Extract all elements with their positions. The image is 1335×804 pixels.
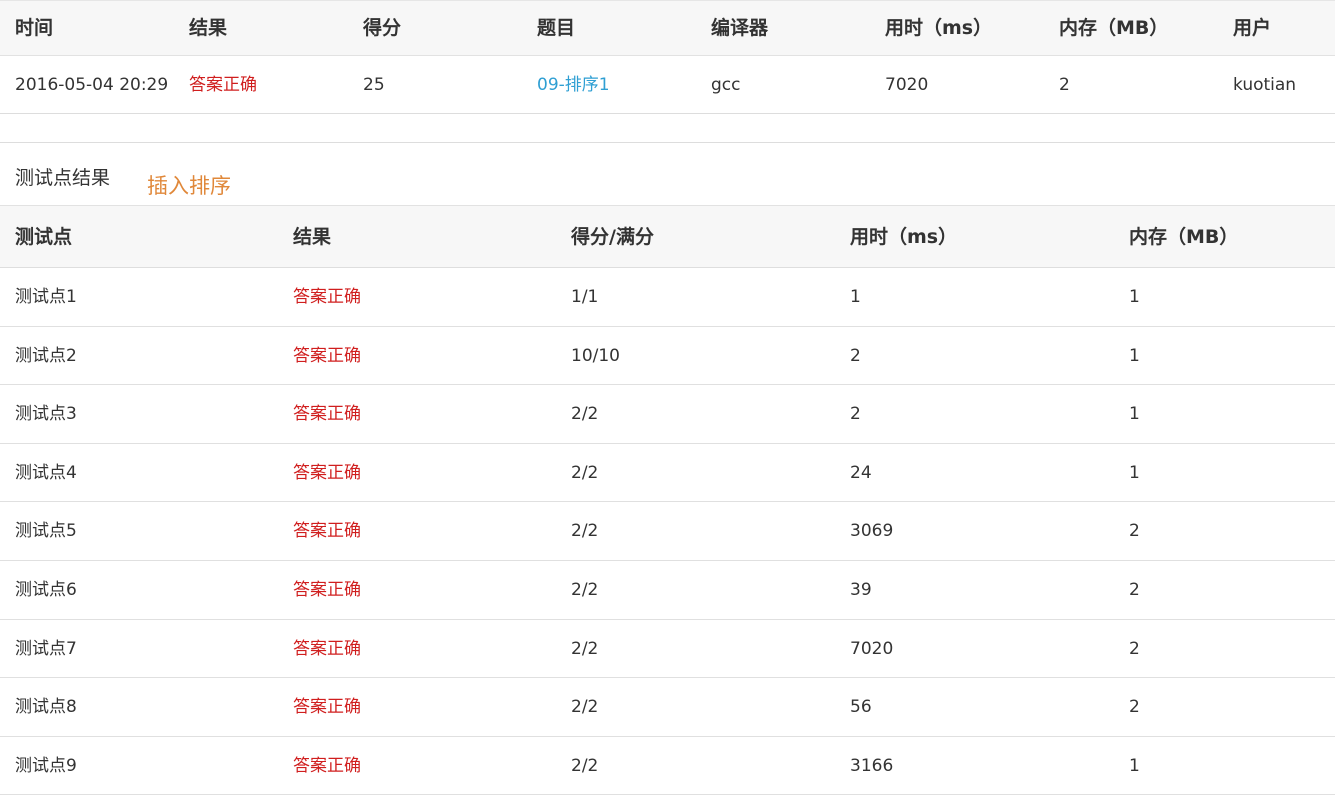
header-case-result: 结果	[293, 226, 332, 248]
table-row: 测试点9 答案正确 2/2 3166 1	[0, 737, 1335, 796]
submission-user: kuotian	[1233, 75, 1297, 95]
case-name: 测试点6	[15, 579, 77, 600]
case-time: 56	[850, 697, 872, 718]
header-time: 时间	[15, 17, 54, 39]
header-memory: 内存（MB）	[1059, 17, 1169, 39]
header-result: 结果	[189, 17, 228, 39]
case-name: 测试点3	[15, 404, 77, 425]
case-score: 2/2	[571, 579, 599, 600]
header-problem: 题目	[537, 17, 576, 39]
case-score: 2/2	[571, 755, 599, 776]
case-memory: 1	[1129, 462, 1140, 483]
case-memory: 2	[1129, 521, 1140, 542]
table-row: 测试点3 答案正确 2/2 2 1	[0, 385, 1335, 444]
case-name: 测试点8	[15, 697, 77, 718]
case-memory: 1	[1129, 755, 1140, 776]
table-row: 测试点1 答案正确 1/1 1 1	[0, 268, 1335, 327]
case-score: 2/2	[571, 697, 599, 718]
section-tag: 插入排序	[147, 174, 231, 198]
case-score: 2/2	[571, 462, 599, 483]
case-memory: 1	[1129, 404, 1140, 425]
submission-memory: 2	[1059, 75, 1070, 95]
case-result: 答案正确	[293, 638, 361, 659]
case-result: 答案正确	[293, 579, 361, 600]
case-time: 7020	[850, 638, 894, 659]
case-result: 答案正确	[293, 521, 361, 542]
test-case-header-row: 测试点 结果 得分/满分 用时（ms） 内存（MB）	[0, 205, 1335, 268]
header-time-ms: 用时（ms）	[885, 17, 993, 39]
case-name: 测试点1	[15, 287, 77, 307]
case-time: 2	[850, 404, 861, 425]
case-score: 10/10	[571, 345, 620, 366]
case-result: 答案正确	[293, 462, 361, 483]
table-row: 测试点4 答案正确 2/2 24 1	[0, 444, 1335, 503]
case-memory: 2	[1129, 579, 1140, 600]
case-score: 1/1	[571, 287, 599, 307]
header-case: 测试点	[15, 226, 73, 248]
case-memory: 2	[1129, 697, 1140, 718]
table-row: 测试点8 答案正确 2/2 56 2	[0, 678, 1335, 737]
case-result: 答案正确	[293, 755, 361, 776]
table-row: 测试点5 答案正确 2/2 3069 2	[0, 502, 1335, 561]
table-row: 测试点2 答案正确 10/10 2 1	[0, 327, 1335, 386]
case-memory: 2	[1129, 638, 1140, 659]
submission-compiler: gcc	[711, 75, 741, 95]
table-row: 测试点6 答案正确 2/2 39 2	[0, 561, 1335, 620]
case-time: 24	[850, 462, 872, 483]
submission-header-row: 时间 结果 得分 题目 编译器 用时（ms） 内存（MB） 用户	[0, 0, 1335, 56]
case-score: 2/2	[571, 521, 599, 542]
header-case-time: 用时（ms）	[850, 226, 958, 248]
submission-time-ms: 7020	[885, 75, 929, 95]
case-name: 测试点5	[15, 521, 77, 542]
case-time: 2	[850, 345, 861, 366]
header-case-memory: 内存（MB）	[1129, 226, 1239, 248]
header-case-score: 得分/满分	[571, 226, 654, 248]
header-score: 得分	[363, 17, 402, 39]
header-compiler: 编译器	[711, 17, 769, 39]
case-time: 1	[850, 287, 861, 307]
case-time: 3166	[850, 755, 894, 776]
case-score: 2/2	[571, 404, 599, 425]
case-result: 答案正确	[293, 697, 361, 718]
submission-time: 2016-05-04 20:29	[15, 75, 169, 95]
case-memory: 1	[1129, 345, 1140, 366]
case-name: 测试点2	[15, 345, 77, 366]
problem-link[interactable]: 09-排序1	[522, 56, 696, 113]
test-case-rows: 测试点1 答案正确 1/1 1 1 测试点2 答案正确 10/10 2 1 测试点3 答案正确 2/2 2…	[0, 268, 1335, 796]
section-header: 测试点结果 插入排序	[0, 142, 1335, 205]
submission-row: 2016-05-04 20:29 答案正确 25 09-排序1 gcc 7020…	[0, 56, 1335, 114]
case-name: 测试点9	[15, 755, 77, 776]
table-row: 测试点7 答案正确 2/2 7020 2	[0, 620, 1335, 679]
header-user: 用户	[1233, 17, 1272, 39]
case-result: 答案正确	[293, 287, 361, 307]
case-time: 3069	[850, 521, 894, 542]
section-title: 测试点结果	[15, 167, 111, 189]
case-result: 答案正确	[293, 345, 361, 366]
submission-table: 时间 结果 得分 题目 编译器 用时（ms） 内存（MB） 用户 2016-05…	[0, 0, 1335, 114]
case-name: 测试点4	[15, 462, 77, 483]
case-memory: 1	[1129, 287, 1140, 307]
case-name: 测试点7	[15, 638, 77, 659]
test-case-table: 测试点 结果 得分/满分 用时（ms） 内存（MB） 测试点1 答案正确 1/1 1 1…	[0, 205, 1335, 796]
case-result: 答案正确	[293, 404, 361, 425]
submission-result: 答案正确	[189, 75, 257, 95]
case-score: 2/2	[571, 638, 599, 659]
case-time: 39	[850, 579, 872, 600]
submission-score: 25	[363, 75, 385, 95]
